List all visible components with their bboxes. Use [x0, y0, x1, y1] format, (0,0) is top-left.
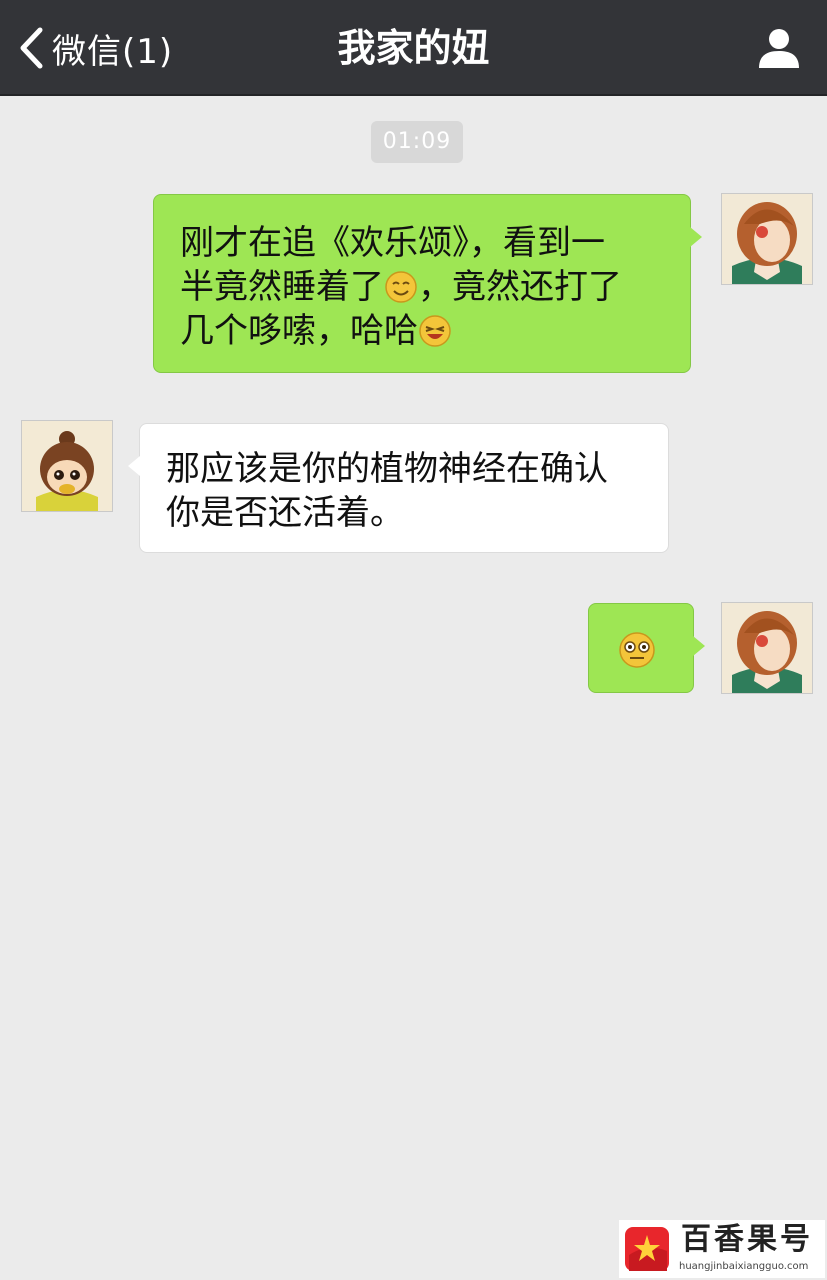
girl-avatar-icon	[722, 194, 812, 284]
message-text-part: ，竟然还打了	[418, 267, 622, 307]
girl-avatar-icon	[722, 603, 812, 693]
received-message-bubble[interactable]: 那应该是你的植物神经在确认 你是否还活着。	[128, 423, 669, 553]
profile-button[interactable]	[755, 24, 803, 72]
watermark-url: huangjinbaixiangguo.com	[679, 1261, 809, 1272]
brand-logo-icon	[625, 1227, 669, 1271]
watermark-brand: 百香果号	[681, 1222, 813, 1257]
sent-emoji-bubble[interactable]	[588, 603, 705, 693]
message-text-line-1: 刚才在追《欢乐颂》，看到一	[180, 223, 605, 263]
person-icon	[759, 29, 799, 68]
message-text: 那应该是你的植物神经在确认 你是否还活着。	[166, 449, 608, 533]
bubble-tail	[693, 636, 705, 656]
sent-message-bubble[interactable]: 刚才在追《欢乐颂》，看到一 半竟然睡着了 ，竟然还打了 几个哆嗦，哈哈	[153, 194, 702, 373]
chat-header: 微信(1) 我家的妞	[0, 0, 827, 96]
message-timestamp: 01:09	[371, 121, 463, 163]
cartoon-boy-avatar-icon	[22, 421, 112, 511]
self-avatar[interactable]	[721, 193, 813, 285]
bubble-tail	[690, 227, 702, 247]
message-text-line-2: 半竟然睡着了 ，竟然还打了	[180, 265, 670, 309]
watermark: 百香果号 huangjinbaixiangguo.com	[619, 1220, 825, 1278]
message-text-line-3: 几个哆嗦，哈哈	[180, 309, 670, 353]
chat-title: 我家的妞	[337, 26, 490, 70]
laugh-emoji-icon	[419, 315, 451, 347]
message-text-part: 半竟然睡着了	[180, 267, 384, 307]
self-avatar[interactable]	[721, 602, 813, 694]
bubble-tail	[128, 456, 140, 476]
contact-avatar[interactable]	[21, 420, 113, 512]
awkward-emoji-icon	[619, 632, 655, 668]
smile-emoji-icon	[385, 271, 417, 303]
message-text-part: 几个哆嗦，哈哈	[180, 311, 418, 351]
